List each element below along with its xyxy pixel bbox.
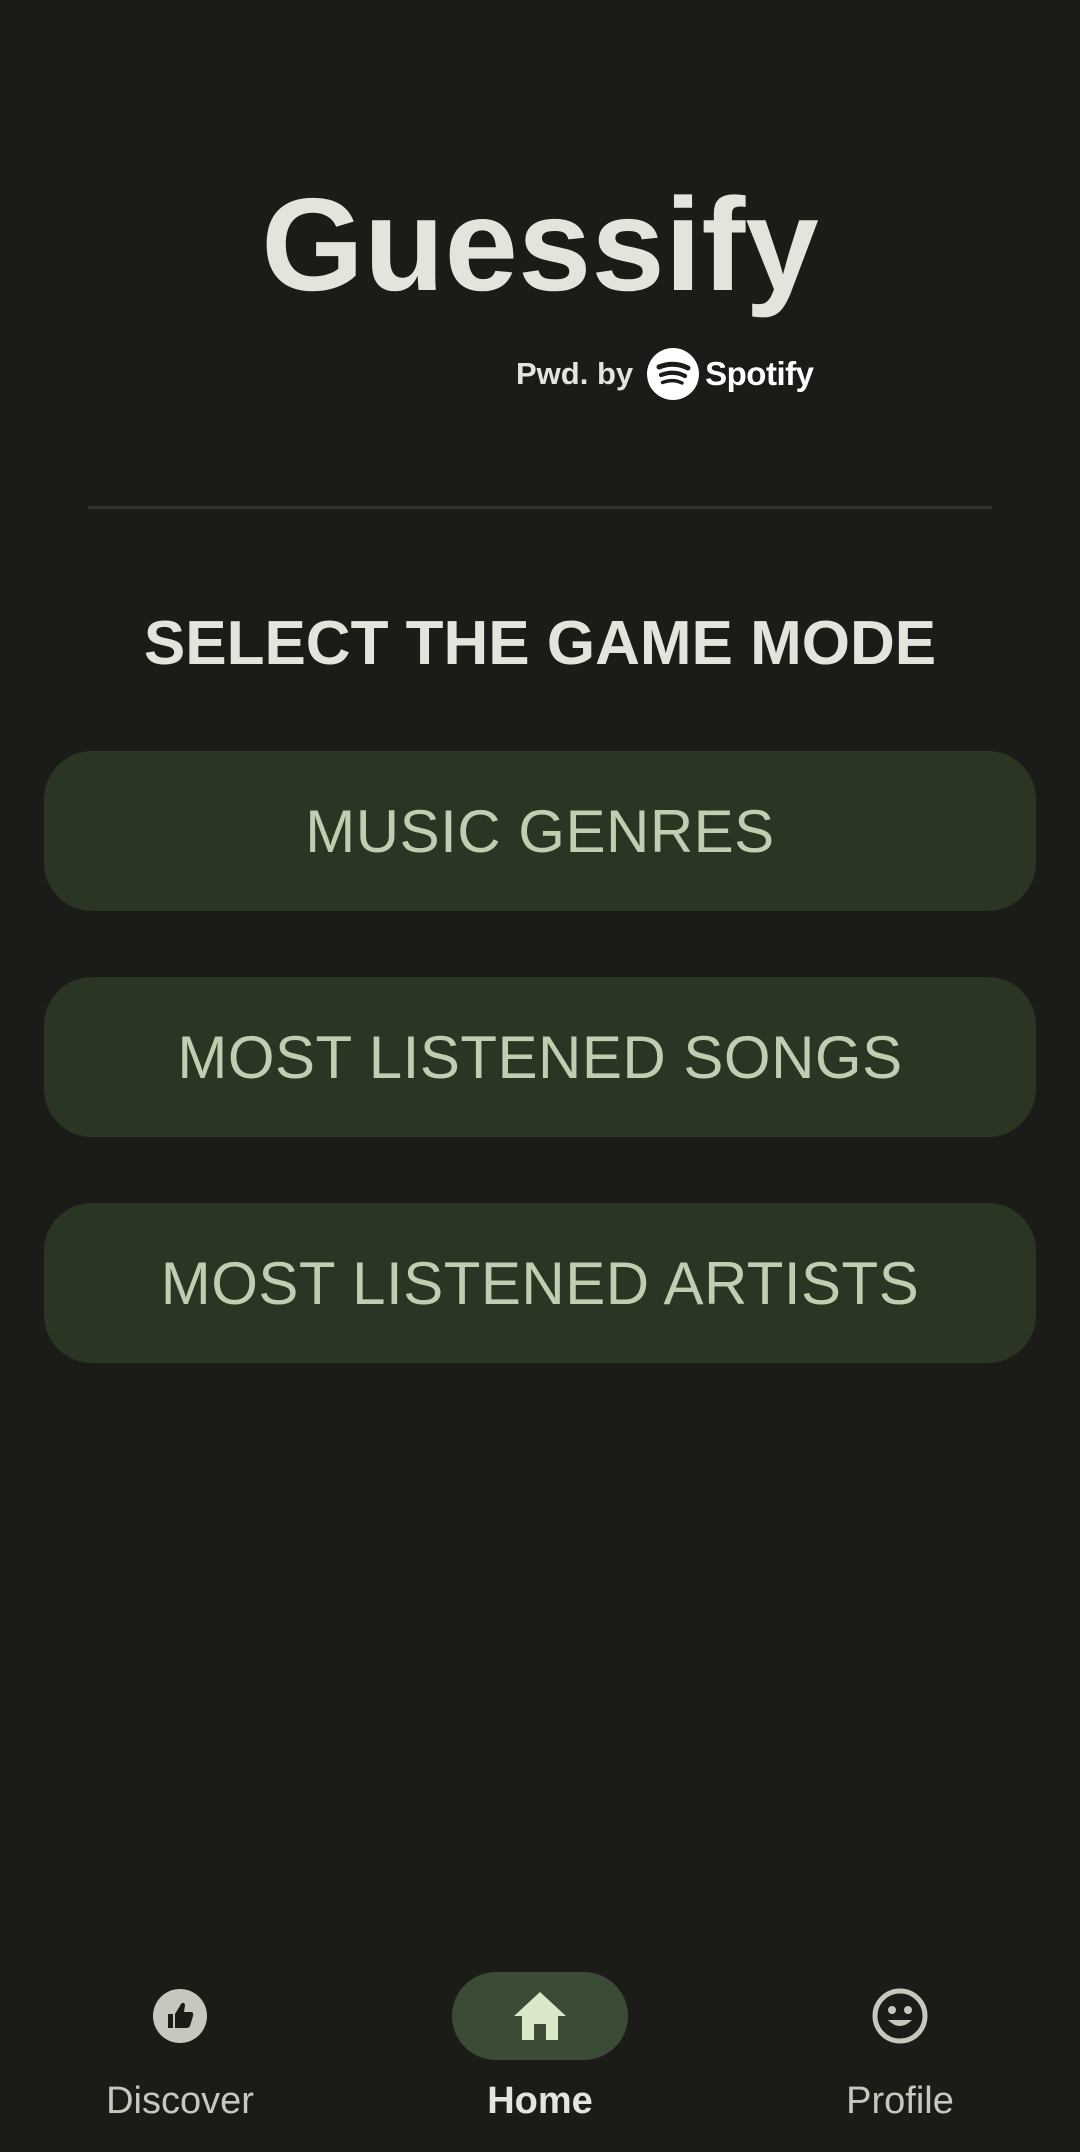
most-listened-songs-button[interactable]: MOST LISTENED SONGS bbox=[44, 977, 1036, 1137]
most-listened-artists-button[interactable]: MOST LISTENED ARTISTS bbox=[44, 1203, 1036, 1363]
most-listened-artists-label: MOST LISTENED ARTISTS bbox=[160, 1249, 920, 1317]
spotify-icon bbox=[647, 348, 700, 400]
nav-indicator-profile bbox=[812, 1972, 988, 2060]
most-listened-songs-label: MOST LISTENED SONGS bbox=[177, 1023, 903, 1091]
spotify-wordmark: Spotify bbox=[705, 355, 814, 392]
nav-label-profile: Profile bbox=[846, 2080, 954, 2122]
nav-indicator-discover bbox=[92, 1972, 268, 2060]
nav-item-home[interactable]: Home bbox=[390, 1940, 690, 2140]
thumb-up-icon bbox=[153, 1989, 207, 2043]
smiley-face-icon bbox=[872, 1988, 928, 2044]
powered-by-label: Pwd. by bbox=[516, 356, 634, 391]
home-icon bbox=[514, 1992, 566, 2040]
spotify-logo: Spotify bbox=[647, 348, 814, 400]
divider bbox=[88, 506, 992, 509]
music-genres-button[interactable]: MUSIC GENRES bbox=[44, 751, 1036, 911]
nav-item-profile[interactable]: Profile bbox=[750, 1940, 1050, 2140]
nav-item-discover[interactable]: Discover bbox=[30, 1940, 330, 2140]
bottom-navigation-bar: Discover Home Profile bbox=[0, 1940, 1080, 2152]
music-genres-label: MUSIC GENRES bbox=[305, 797, 775, 865]
nav-indicator-home bbox=[452, 1972, 628, 2060]
nav-label-home: Home bbox=[487, 2080, 593, 2122]
app-title: Guessify bbox=[261, 171, 819, 318]
nav-label-discover: Discover bbox=[106, 2080, 254, 2122]
game-mode-heading: SELECT THE GAME MODE bbox=[143, 609, 937, 678]
powered-by-spotify: Pwd. by Spotify bbox=[516, 344, 814, 404]
